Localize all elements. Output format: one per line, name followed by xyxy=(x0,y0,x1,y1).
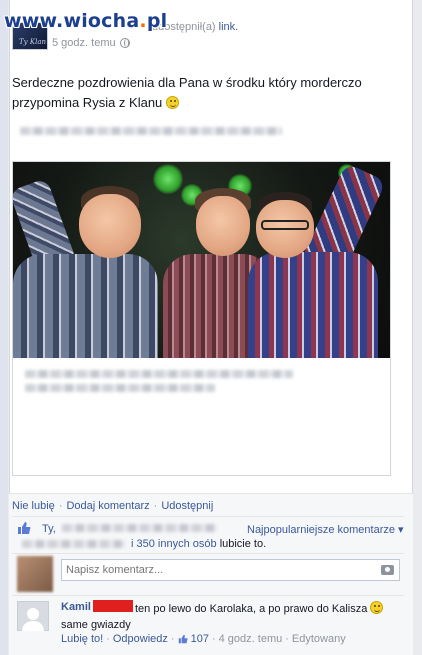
thumbs-up-icon xyxy=(178,634,188,644)
comment-meta: Lubię to! · Odpowiedz · 107 · 4 godz. te… xyxy=(61,633,346,645)
globe-icon[interactable] xyxy=(119,38,130,48)
blurred-text xyxy=(20,127,282,135)
post-timestamp[interactable]: 5 godz. temu xyxy=(52,37,116,49)
comment-like-count[interactable]: 107 xyxy=(191,633,209,645)
comment-edited[interactable]: Edytowany xyxy=(292,633,346,645)
likes-others-link[interactable]: i 350 innych osób xyxy=(131,538,217,550)
shared-link[interactable]: link. xyxy=(219,21,239,33)
smiley-icon xyxy=(370,601,384,614)
blurred-names-2 xyxy=(22,540,126,548)
divider xyxy=(12,595,404,596)
watermark-logo: www.wiocha.pl xyxy=(4,10,168,32)
comment-reply-link[interactable]: Odpowiedz xyxy=(113,633,168,645)
link-attachment[interactable] xyxy=(12,161,391,476)
avatar xyxy=(17,556,53,592)
comment-text: ten po lewo do Karolaka, a po prawo do K… xyxy=(135,603,368,615)
party-photo[interactable] xyxy=(13,162,390,358)
camera-icon[interactable] xyxy=(381,565,394,575)
blurred-caption xyxy=(25,370,293,378)
add-comment-link[interactable]: Dodaj komentarz xyxy=(66,500,149,512)
comment-like-link[interactable]: Lubię to! xyxy=(61,633,103,645)
attachment-caption-area[interactable] xyxy=(13,358,390,475)
divider xyxy=(12,553,404,554)
divider xyxy=(12,516,404,517)
post-text: Serdeczne pozdrowienia dla Pana w środku… xyxy=(12,75,362,110)
top-comments-dropdown[interactable]: Najpopularniejsze komentarze ▾ xyxy=(247,523,404,536)
comment-text-tail: same gwiazdy xyxy=(61,619,131,631)
smiley-icon xyxy=(165,96,179,109)
likes-others: i 350 innych osób lubicie to. xyxy=(131,538,267,550)
comment-item: ten po lewo do Karolaka, a po prawo do K… xyxy=(12,597,404,655)
comment-timestamp[interactable]: 4 godz. temu xyxy=(219,633,283,645)
blurred-caption-2 xyxy=(25,384,215,392)
page-background-left xyxy=(0,0,8,655)
likes-you[interactable]: Ty, xyxy=(42,523,56,535)
comment-author[interactable]: Kamil xyxy=(61,601,91,613)
likes-summary: Ty, i 350 innych osób lubicie to. Najpop… xyxy=(12,521,404,557)
default-avatar-icon[interactable] xyxy=(17,601,49,631)
redaction-bar xyxy=(93,600,133,612)
comment-input[interactable] xyxy=(61,559,400,581)
thumbs-up-icon xyxy=(18,522,31,534)
post-timestamp-row: 5 godz. temu xyxy=(52,37,130,49)
comment-composer xyxy=(12,556,404,594)
blurred-names xyxy=(62,524,217,532)
share-link[interactable]: Udostępnij xyxy=(161,500,213,512)
post-actions: Nie lubię · Dodaj komentarz · Udostępnij xyxy=(12,500,214,512)
unlike-link[interactable]: Nie lubię xyxy=(12,500,55,512)
page-background-right xyxy=(414,0,422,655)
